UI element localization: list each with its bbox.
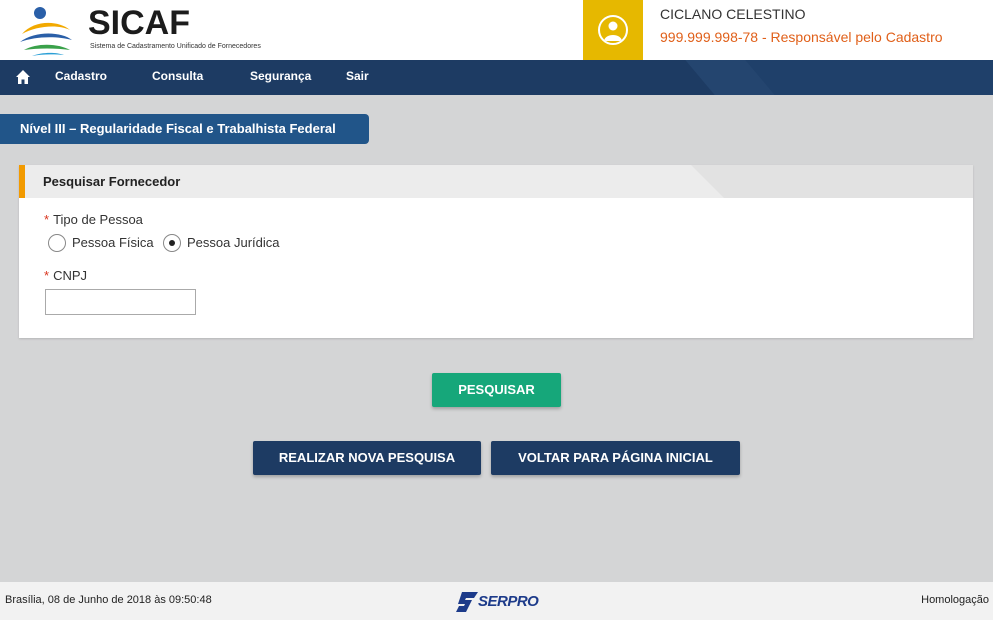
app-name: SICAF [88,4,190,42]
tipo-pessoa-label: * Tipo de Pessoa [44,212,143,227]
user-role: 999.999.998-78 - Responsável pelo Cadast… [660,29,943,45]
footer-brand: SERPRO [478,593,539,610]
header: SICAF Sistema de Cadastramento Unificado… [0,0,993,60]
cnpj-input[interactable] [45,289,196,315]
required-mark: * [44,268,50,283]
new-search-button[interactable]: REALIZAR NOVA PESQUISA [253,441,481,475]
app-subtitle: Sistema de Cadastramento Unificado de Fo… [90,43,261,50]
footer: Brasília, 08 de Junho de 2018 às 09:50:4… [0,582,993,620]
page-title: Nível III – Regularidade Fiscal e Trabal… [0,114,369,144]
radio-pessoa-fisica-label[interactable]: Pessoa Física [72,235,154,250]
user-icon [598,15,628,45]
nav-item-seguranca[interactable]: Segurança [250,60,311,95]
footer-datetime: Brasília, 08 de Junho de 2018 às 09:50:4… [5,594,212,606]
user-menu[interactable] [583,0,643,60]
radio-pessoa-juridica-label[interactable]: Pessoa Jurídica [187,235,280,250]
serpro-logo: SERPRO [456,589,540,613]
card-header: Pesquisar Fornecedor [19,165,973,198]
card-header-accent [19,165,25,198]
main-nav: Cadastro Consulta Segurança Sair [0,60,993,95]
required-mark: * [44,212,50,227]
cnpj-label-text: CNPJ [53,268,88,283]
nav-item-cadastro[interactable]: Cadastro [55,60,107,95]
card-title: Pesquisar Fornecedor [43,174,181,189]
radio-pessoa-juridica[interactable] [163,234,181,252]
search-button[interactable]: PESQUISAR [432,373,561,407]
home-icon[interactable] [15,69,31,85]
nav-decoration [745,60,993,95]
serpro-logo-icon [456,592,478,612]
user-name: CICLANO CELESTINO [660,6,806,22]
nav-item-consulta[interactable]: Consulta [152,60,203,95]
search-card: Pesquisar Fornecedor * Tipo de Pessoa Pes… [19,165,973,338]
card-header-decoration [691,165,973,198]
cnpj-label: * CNPJ [44,268,87,283]
sicaf-logo-icon [20,7,72,56]
footer-environment: Homologação [921,594,989,606]
nav-item-sair[interactable]: Sair [346,60,369,95]
tipo-pessoa-label-text: Tipo de Pessoa [53,212,143,227]
radio-pessoa-fisica[interactable] [48,234,66,252]
back-home-button[interactable]: VOLTAR PARA PÁGINA INICIAL [491,441,740,475]
